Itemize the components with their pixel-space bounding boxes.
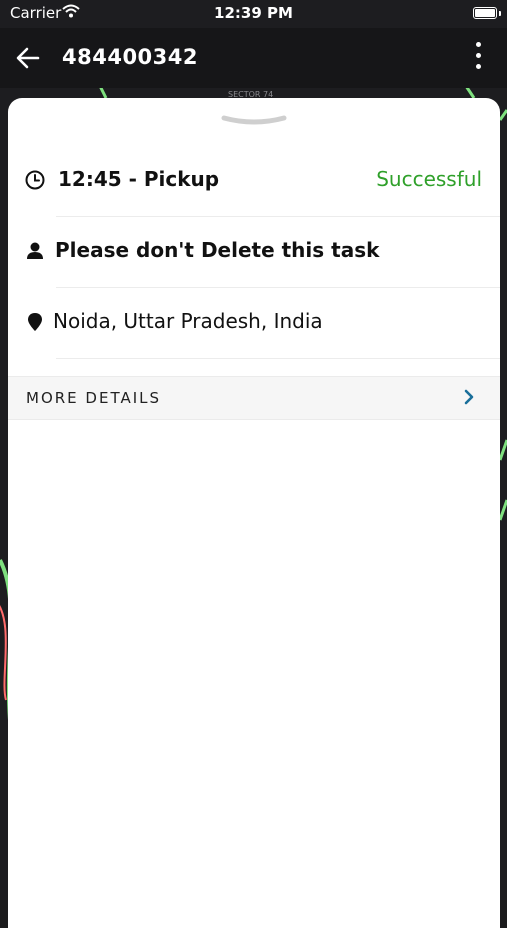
task-detail-sheet: 12:45 - Pickup Successful Please don't D… (8, 98, 500, 928)
more-details-label: MORE DETAILS (26, 389, 162, 407)
battery-icon (473, 7, 497, 19)
sheet-grabber-handle[interactable] (220, 114, 288, 128)
address-label: Noida, Uttar Pradesh, India (53, 309, 323, 333)
task-name-label: Please don't Delete this task (55, 238, 380, 262)
status-bar: Carrier 12:39 PM (0, 0, 507, 28)
battery-tip (499, 11, 501, 16)
more-details-row[interactable]: MORE DETAILS (8, 376, 500, 420)
clock-icon (25, 170, 45, 190)
more-vertical-icon[interactable] (473, 42, 483, 74)
status-time: 12:39 PM (214, 4, 293, 22)
pickup-row: 12:45 - Pickup Successful (8, 145, 500, 215)
back-arrow-icon[interactable] (14, 44, 42, 72)
task-status-badge: Successful (376, 167, 482, 191)
person-icon (27, 242, 43, 259)
address-row: Noida, Uttar Pradesh, India (8, 287, 500, 357)
divider (56, 358, 500, 359)
task-id-title: 484400342 (62, 45, 199, 69)
nav-bar: 484400342 (0, 28, 507, 88)
chevron-right-icon (464, 389, 474, 405)
location-pin-icon (28, 313, 42, 331)
task-name-row: Please don't Delete this task (8, 216, 500, 286)
pickup-time-label: 12:45 - Pickup (58, 167, 220, 191)
